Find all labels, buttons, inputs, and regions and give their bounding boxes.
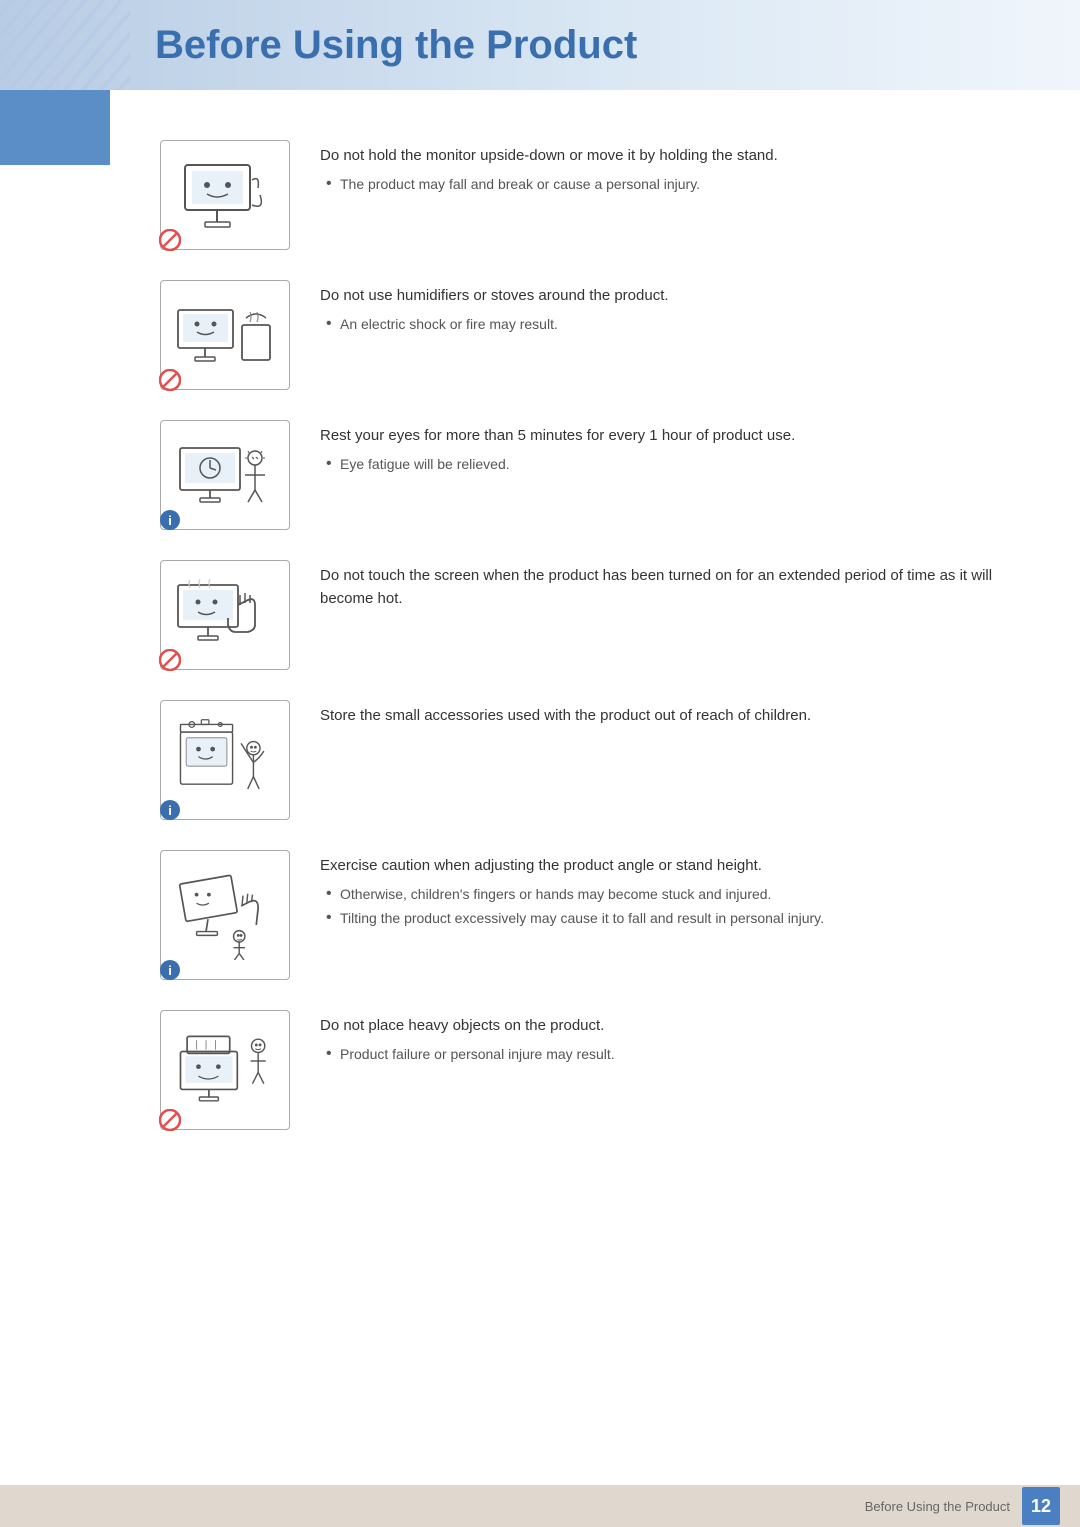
bullet-6-2: Tilting the product excessively may caus… [320, 908, 1000, 929]
bullet-list-7: Product failure or personal injure may r… [320, 1044, 1000, 1065]
text-block-2: Do not use humidifiers or stoves around … [320, 280, 1000, 338]
page-number: 12 [1022, 1487, 1060, 1525]
svg-text:i: i [168, 803, 172, 818]
icon-monitor-upside-down [160, 140, 290, 250]
page-header: Before Using the Product [0, 0, 1080, 90]
icon-heavy-objects [160, 1010, 290, 1130]
icon-eye-rest: i [160, 420, 290, 530]
bullet-list-1: The product may fall and break or cause … [320, 174, 1000, 195]
footer-label: Before Using the Product [865, 1499, 1010, 1514]
bullet-list-3: Eye fatigue will be relieved. [320, 454, 1000, 475]
bullet-7-1: Product failure or personal injure may r… [320, 1044, 1000, 1065]
svg-text:i: i [168, 963, 172, 978]
safety-item-1: Do not hold the monitor upside-down or m… [160, 140, 1000, 250]
text-block-6: Exercise caution when adjusting the prod… [320, 850, 1000, 932]
page-title: Before Using the Product [155, 23, 637, 68]
icon-angle-adjustment: i [160, 850, 290, 980]
text-block-7: Do not place heavy objects on the produc… [320, 1010, 1000, 1068]
page-footer: Before Using the Product 12 [0, 1485, 1080, 1527]
safety-item-6: i Exercise caution when adjusting the pr… [160, 850, 1000, 980]
icon-accessories-children: i [160, 700, 290, 820]
text-block-3: Rest your eyes for more than 5 minutes f… [320, 420, 1000, 478]
safety-item-4: Do not touch the screen when the product… [160, 560, 1000, 670]
bullet-2-1: An electric shock or fire may result. [320, 314, 1000, 335]
main-content: Do not hold the monitor upside-down or m… [0, 120, 1080, 1220]
icon-humidifier-stove [160, 280, 290, 390]
bullet-list-2: An electric shock or fire may result. [320, 314, 1000, 335]
icon-touch-screen [160, 560, 290, 670]
safety-item-7: Do not place heavy objects on the produc… [160, 1010, 1000, 1130]
bullet-1-1: The product may fall and break or cause … [320, 174, 1000, 195]
text-block-1: Do not hold the monitor upside-down or m… [320, 140, 1000, 198]
safety-item-2: Do not use humidifiers or stoves around … [160, 280, 1000, 390]
bullet-list-6: Otherwise, children's fingers or hands m… [320, 884, 1000, 929]
safety-item-5: i Store the small accessories used with … [160, 700, 1000, 820]
safety-item-3: i Rest your eyes for more than 5 minutes… [160, 420, 1000, 530]
text-block-5: Store the small accessories used with th… [320, 700, 1000, 734]
svg-text:i: i [168, 513, 172, 528]
bullet-3-1: Eye fatigue will be relieved. [320, 454, 1000, 475]
text-block-4: Do not touch the screen when the product… [320, 560, 1000, 616]
bullet-6-1: Otherwise, children's fingers or hands m… [320, 884, 1000, 905]
